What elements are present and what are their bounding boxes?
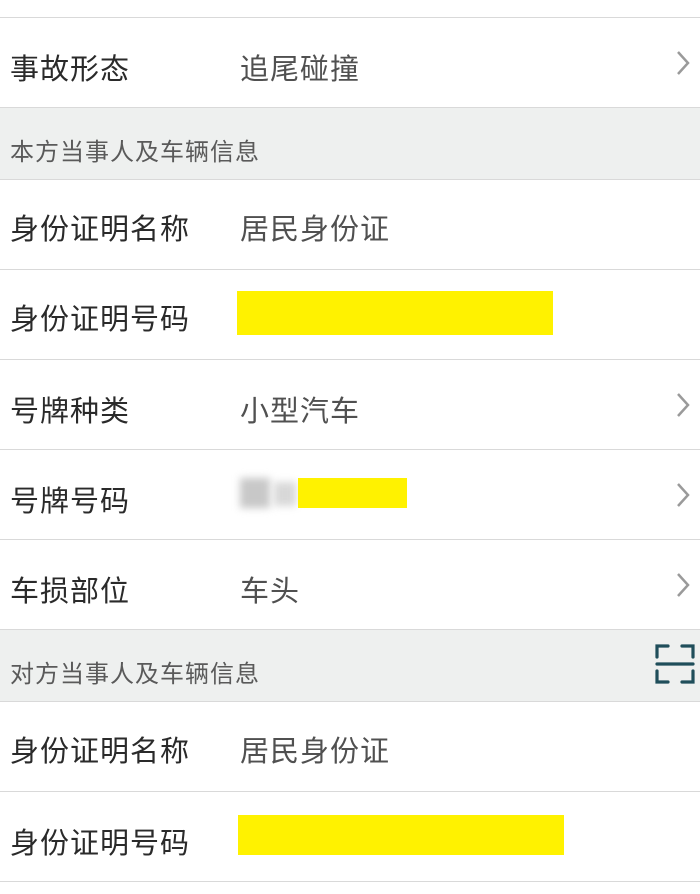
row-label: 身份证明名称 <box>10 734 191 768</box>
row-own-id-number[interactable]: 身份证明号码 <box>0 270 700 360</box>
row-label: 车损部位 <box>10 574 131 608</box>
row-value: 居民身份证 <box>240 212 391 246</box>
row-plate-type[interactable]: 号牌种类 小型汽车 <box>0 360 700 450</box>
blurred-plate-char <box>274 482 296 506</box>
row-value: 小型汽车 <box>240 394 361 428</box>
blurred-plate-prefix <box>240 478 270 508</box>
row-label: 身份证明名称 <box>10 212 191 246</box>
section-title: 本方当事人及车辆信息 <box>10 138 260 166</box>
row-label: 身份证明号码 <box>10 302 191 336</box>
accident-form-page: 事故形态 追尾碰撞 本方当事人及车辆信息 身份证明名称 居民身份证 身份证明号码… <box>0 0 700 894</box>
row-label: 事故形态 <box>10 52 131 86</box>
chevron-right-icon <box>672 48 694 78</box>
chevron-right-icon <box>672 390 694 420</box>
redacted-id-number <box>238 815 564 855</box>
section-title: 对方当事人及车辆信息 <box>10 660 260 688</box>
row-label: 号牌种类 <box>10 394 131 428</box>
row-value: 居民身份证 <box>240 734 391 768</box>
chevron-right-icon <box>672 570 694 600</box>
row-damage-part[interactable]: 车损部位 车头 <box>0 540 700 630</box>
row-other-id-number[interactable]: 身份证明号码 <box>0 792 700 882</box>
redacted-id-number <box>237 291 553 335</box>
row-value: 追尾碰撞 <box>240 52 361 86</box>
row-own-id-name: 身份证明名称 居民身份证 <box>0 180 700 270</box>
row-other-id-name: 身份证明名称 居民身份证 <box>0 702 700 792</box>
section-header-own: 本方当事人及车辆信息 <box>0 108 700 180</box>
row-label: 身份证明号码 <box>10 826 191 860</box>
row-plate-number[interactable]: 号牌号码 <box>0 450 700 540</box>
chevron-right-icon <box>672 480 694 510</box>
top-partial-row <box>0 0 700 18</box>
scan-icon[interactable] <box>654 643 696 685</box>
row-accident-form[interactable]: 事故形态 追尾碰撞 <box>0 18 700 108</box>
redacted-plate-number <box>298 478 407 508</box>
row-value: 车头 <box>240 574 301 608</box>
bottom-partial-row <box>0 882 700 894</box>
row-label: 号牌号码 <box>10 484 131 518</box>
section-header-other: 对方当事人及车辆信息 <box>0 630 700 702</box>
